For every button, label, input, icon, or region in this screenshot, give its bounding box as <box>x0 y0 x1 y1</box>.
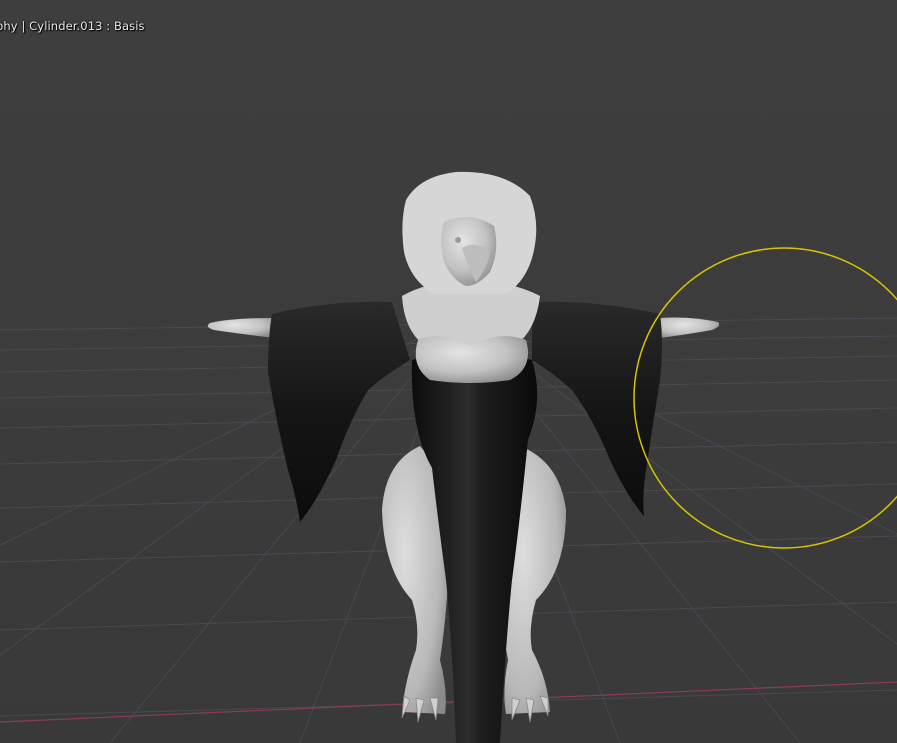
selection-circle[interactable] <box>633 247 897 549</box>
viewport-scene[interactable] <box>0 0 897 743</box>
viewport-object-info: phy | Cylinder.013 : Basis <box>0 19 145 33</box>
3d-viewport[interactable]: phy | Cylinder.013 : Basis <box>0 0 897 743</box>
right-arm <box>660 317 720 338</box>
x-axis-line <box>0 681 897 723</box>
eye <box>455 237 461 243</box>
left-arm <box>207 318 276 338</box>
